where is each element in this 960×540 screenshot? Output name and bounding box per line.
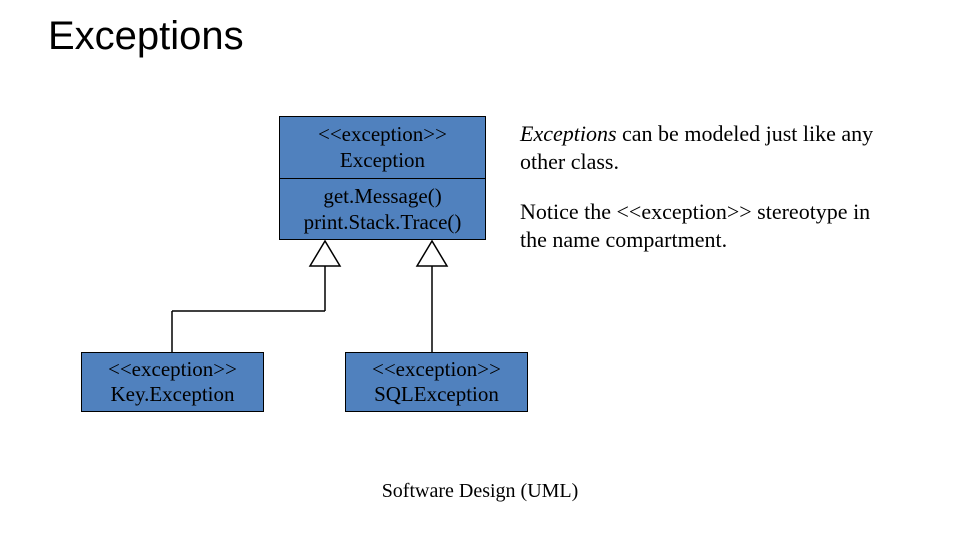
uml-class-key-exception: <<exception>> Key.Exception (81, 352, 264, 412)
uml-operations-compartment: get.Message() print.Stack.Trace() (280, 178, 485, 240)
uml-operation: get.Message() (286, 183, 479, 209)
generalization-arrowhead-icon (417, 241, 447, 266)
uml-operation: print.Stack.Trace() (286, 209, 479, 235)
generalization-arrowhead-icon (310, 241, 340, 266)
uml-name-compartment: <<exception>> Exception (280, 117, 485, 178)
slide-title: Exceptions (48, 14, 244, 59)
uml-class-exception: <<exception>> Exception get.Message() pr… (279, 116, 486, 240)
uml-class-name: Key.Exception (108, 382, 237, 407)
uml-stereotype: <<exception>> (108, 357, 237, 382)
footer-text: Software Design (UML) (0, 480, 960, 503)
uml-generalization-connectors (0, 0, 960, 540)
note-stereotype: Notice the <<exception>> stereotype in t… (520, 198, 900, 253)
uml-class-name: SQLException (372, 382, 501, 407)
note-italic-word: Exceptions (520, 121, 617, 146)
uml-stereotype: <<exception>> (372, 357, 501, 382)
note-modeled-like-class: Exceptions can be modeled just like any … (520, 120, 900, 175)
uml-class-name: Exception (286, 147, 479, 173)
uml-stereotype: <<exception>> (286, 121, 479, 147)
uml-class-sql-exception: <<exception>> SQLException (345, 352, 528, 412)
